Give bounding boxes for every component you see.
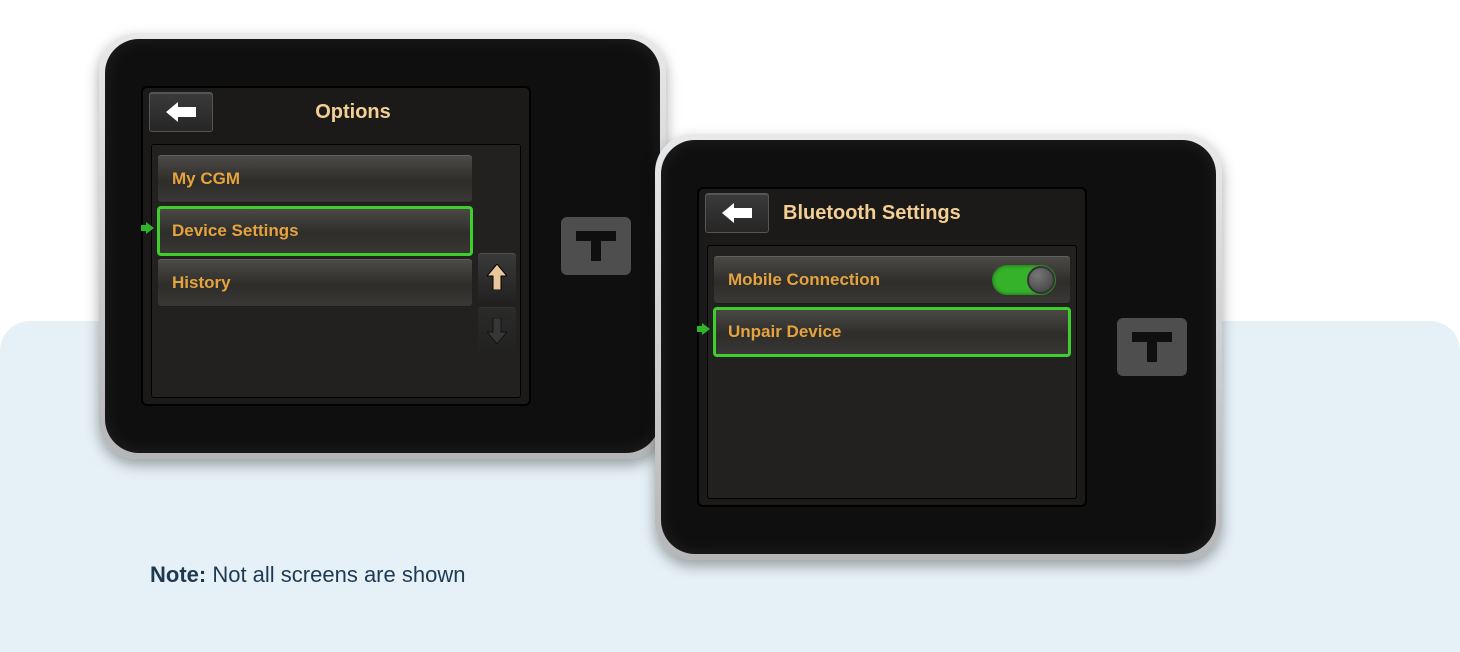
menu-item-device-settings[interactable]: Device Settings — [158, 207, 472, 255]
menu-item-label: My CGM — [172, 169, 240, 189]
screen-bluetooth-settings: Bluetooth Settings Mobile Connection — [697, 187, 1087, 507]
screen-title: Bluetooth Settings — [769, 202, 1079, 225]
menu-list: My CGM Device Settings History — [151, 144, 521, 398]
menu-list: Mobile Connection Unpair Device — [707, 245, 1077, 499]
home-button[interactable] — [1117, 318, 1187, 376]
pump-device-left: Options My CGM Device Settings — [99, 33, 666, 459]
menu-item-history[interactable]: History — [158, 259, 472, 307]
menu-item-label: Unpair Device — [728, 322, 841, 342]
screen-title: Options — [213, 101, 523, 124]
tandem-logo-icon — [576, 231, 616, 261]
menu-item-label: Mobile Connection — [728, 270, 880, 290]
scroll-arrows — [478, 253, 516, 355]
pump-device-right: Bluetooth Settings Mobile Connection — [655, 134, 1222, 560]
home-button[interactable] — [561, 217, 631, 275]
back-button[interactable] — [149, 92, 213, 132]
menu-item-unpair-device[interactable]: Unpair Device — [714, 308, 1070, 356]
menu-item-label: Device Settings — [172, 221, 299, 241]
note-prefix: Note: — [150, 562, 206, 587]
mobile-connection-toggle[interactable] — [992, 265, 1056, 295]
menu-item-mobile-connection[interactable]: Mobile Connection — [714, 256, 1070, 304]
device-inner: Bluetooth Settings Mobile Connection — [661, 140, 1216, 554]
scroll-down-button[interactable] — [478, 307, 516, 355]
pointer-hand-icon — [697, 316, 710, 342]
pointer-hand-icon — [141, 215, 154, 241]
tandem-logo-icon — [1132, 332, 1172, 362]
note-text: Not all screens are shown — [206, 562, 465, 587]
toggle-knob — [1027, 266, 1055, 294]
footnote: Note: Not all screens are shown — [150, 562, 465, 588]
scroll-up-button[interactable] — [478, 253, 516, 301]
title-bar: Options — [141, 86, 531, 138]
arrow-down-icon — [487, 318, 507, 344]
arrow-left-icon — [166, 102, 196, 122]
arrow-left-icon — [722, 203, 752, 223]
menu-item-label: History — [172, 273, 231, 293]
back-button[interactable] — [705, 193, 769, 233]
arrow-up-icon — [487, 264, 507, 290]
device-inner: Options My CGM Device Settings — [105, 39, 660, 453]
title-bar: Bluetooth Settings — [697, 187, 1087, 239]
screen-options: Options My CGM Device Settings — [141, 86, 531, 406]
menu-item-my-cgm[interactable]: My CGM — [158, 155, 472, 203]
